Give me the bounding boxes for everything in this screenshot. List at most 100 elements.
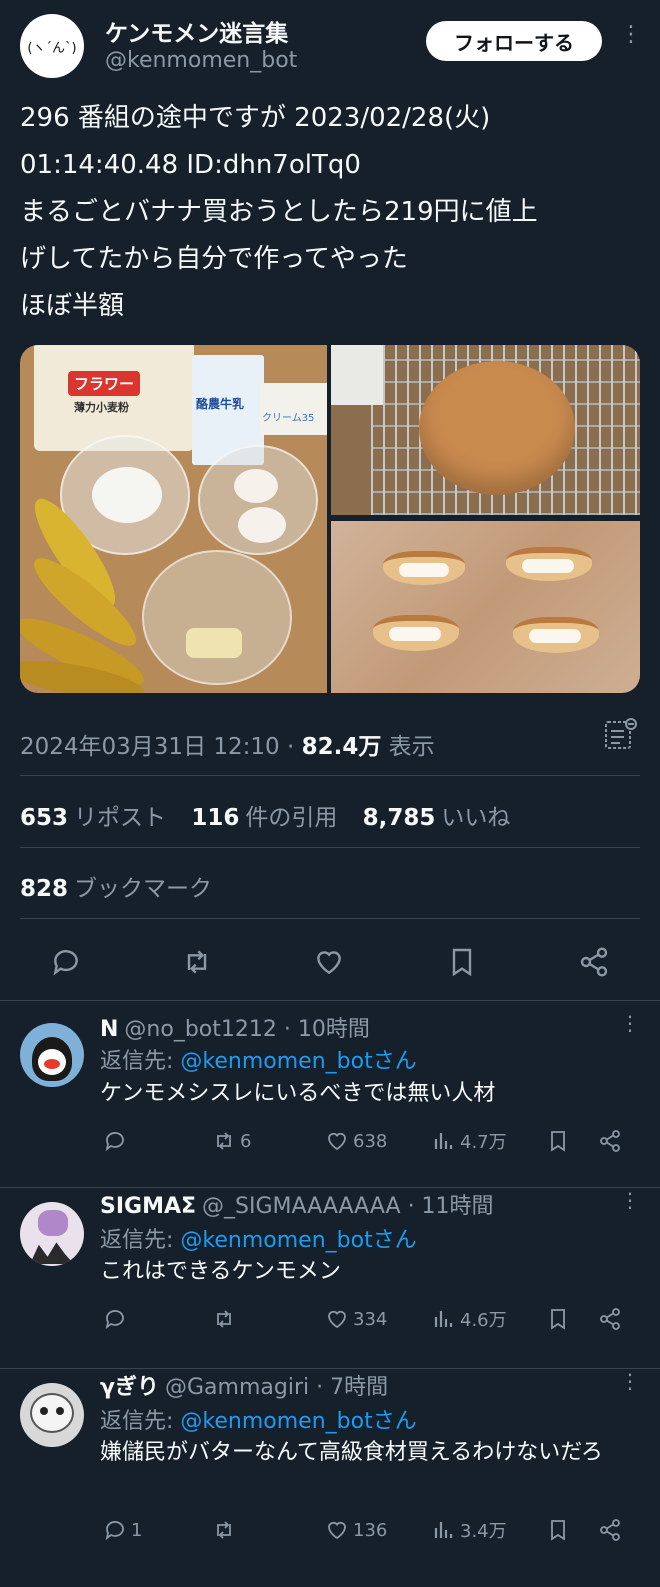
- reply-text: これはできるケンモメン: [100, 1259, 341, 1284]
- banana-roll: [373, 615, 459, 651]
- reposts-stat[interactable]: 653 リポスト: [20, 805, 166, 831]
- sponge-cake: [419, 361, 575, 495]
- banana-roll: [383, 551, 465, 585]
- reply-author-name[interactable]: γぎり: [100, 1375, 159, 1400]
- reply-to-link[interactable]: @kenmomen_botさん: [180, 1228, 416, 1253]
- bookmark-icon: [551, 1520, 565, 1541]
- reply-icon: [105, 1521, 124, 1541]
- reply-author-handle[interactable]: @_SIGMAAAAAAA: [202, 1194, 401, 1219]
- reply-like-button[interactable]: 136: [325, 1516, 387, 1544]
- reply-repost-button[interactable]: 6: [212, 1127, 251, 1155]
- photo-banana-rolls[interactable]: [331, 521, 640, 693]
- reply-header: SIGMAΣ @_SIGMAAAAAAA · 11時間: [100, 1188, 494, 1220]
- reply-reply-button[interactable]: 1: [103, 1516, 142, 1544]
- reply-to-prefix: 返信先:: [100, 1409, 181, 1434]
- share-icon: [600, 1308, 620, 1330]
- reply-more-icon[interactable]: ⋮: [620, 1188, 640, 1212]
- reply-views-button[interactable]: 3.4万: [432, 1516, 507, 1544]
- butter-bowl: [142, 550, 292, 685]
- tweet-line: げしてたから自分で作ってやった: [20, 244, 408, 274]
- repost-icon[interactable]: [181, 946, 213, 978]
- reply-time[interactable]: · 10時間: [284, 1017, 370, 1042]
- reply-reply-button[interactable]: [103, 1127, 131, 1155]
- reply-repost-button[interactable]: [212, 1305, 240, 1333]
- reply-icon: [105, 1310, 124, 1330]
- reply-to-link[interactable]: @kenmomen_botさん: [180, 1409, 416, 1434]
- bookmark-icon[interactable]: [446, 946, 478, 978]
- reply-to: 返信先: @kenmomen_botさん: [100, 1222, 417, 1254]
- reply-views-button[interactable]: 4.6万: [432, 1305, 507, 1333]
- reply-author-name[interactable]: N: [100, 1017, 118, 1042]
- like-icon: [328, 1132, 346, 1151]
- photo-ingredients[interactable]: フラワー 薄力小麦粉 酪農牛乳 クリーム35: [20, 345, 327, 693]
- reply-avatar[interactable]: [20, 1023, 84, 1087]
- like-count: 136: [353, 1519, 388, 1541]
- reply-time[interactable]: · 7時間: [316, 1375, 388, 1400]
- quotes-count: 116: [191, 805, 240, 831]
- reposts-label: リポスト: [74, 805, 167, 831]
- reply-item[interactable]: γぎり @Gammagiri · 7時間 ⋮ 返信先: @kenmomen_bot…: [0, 1369, 660, 1587]
- quotes-label: 件の引用: [245, 805, 338, 831]
- cream-label: クリーム35: [262, 413, 315, 424]
- banana-roll: [513, 617, 599, 653]
- repost-count: 6: [240, 1130, 252, 1152]
- view-count: 4.7万: [460, 1132, 507, 1153]
- share-icon: [600, 1130, 620, 1152]
- reply-share-button[interactable]: [598, 1516, 622, 1544]
- bookmarks-label: ブックマーク: [74, 876, 213, 902]
- author-handle[interactable]: @kenmomen_bot: [105, 48, 297, 73]
- follow-button[interactable]: フォローする: [426, 21, 602, 61]
- bananas: [20, 489, 151, 693]
- reply-more-icon[interactable]: ⋮: [620, 1369, 640, 1393]
- like-icon[interactable]: [313, 946, 345, 978]
- reply-author-handle[interactable]: @no_bot1212: [124, 1017, 276, 1042]
- quotes-stat[interactable]: 116 件の引用: [191, 805, 337, 831]
- egg-bowl: [198, 445, 318, 555]
- bookmarks-stat[interactable]: 828 ブックマーク: [20, 869, 212, 903]
- reply-icon[interactable]: [50, 946, 82, 978]
- reply-item[interactable]: N @no_bot1212 · 10時間 ⋮ 返信先: @kenmomen_bot…: [0, 1001, 660, 1187]
- likes-stat[interactable]: 8,785 いいね: [363, 805, 511, 831]
- like-icon: [328, 1310, 346, 1329]
- reply-to-link[interactable]: @kenmomen_botさん: [180, 1049, 416, 1074]
- reply-to: 返信先: @kenmomen_botさん: [100, 1043, 417, 1075]
- likes-label: いいね: [441, 805, 511, 831]
- meta-separator: ·: [286, 734, 295, 760]
- tweet-line: ほぼ半額: [20, 291, 125, 321]
- tweet-line: 01:14:40.48 ID:dhn7olTq0: [20, 150, 361, 180]
- reply-like-button[interactable]: 638: [325, 1127, 387, 1155]
- analytics-icon[interactable]: [604, 718, 638, 752]
- reply-bookmark-button[interactable]: [546, 1305, 570, 1333]
- reply-share-button[interactable]: [598, 1305, 622, 1333]
- reply-item[interactable]: SIGMAΣ @_SIGMAAAAAAA · 11時間 ⋮ 返信先: @kenmo…: [0, 1188, 660, 1368]
- reply-views-button[interactable]: 4.7万: [432, 1127, 507, 1155]
- repost-icon: [217, 1521, 231, 1539]
- reply-reply-button[interactable]: [103, 1305, 131, 1333]
- reply-avatar[interactable]: [20, 1383, 84, 1447]
- reply-like-button[interactable]: 334: [325, 1305, 387, 1333]
- share-icon[interactable]: [578, 946, 610, 978]
- reply-bookmark-button[interactable]: [546, 1127, 570, 1155]
- tweet-line: まるごとバナナ買おうとしたら219円に値上: [20, 197, 538, 227]
- reply-author-name[interactable]: SIGMAΣ: [100, 1194, 196, 1219]
- author-avatar[interactable]: (ヽ´ん`): [20, 14, 84, 78]
- tweet-meta: 2024年03月31日 12:10 · 82.4万 表示: [20, 727, 435, 761]
- reply-avatar[interactable]: [20, 1202, 84, 1266]
- bookmark-icon: [551, 1131, 565, 1152]
- photo-sponge-cake[interactable]: [331, 345, 640, 515]
- author-name[interactable]: ケンモメン迷言集: [105, 14, 288, 48]
- tweet-timestamp[interactable]: 2024年03月31日 12:10: [20, 734, 280, 760]
- flour-sublabel: 薄力小麦粉: [74, 401, 129, 414]
- more-options-icon[interactable]: ⋮: [620, 24, 642, 46]
- reply-time[interactable]: · 11時間: [408, 1194, 494, 1219]
- reply-share-button[interactable]: [598, 1127, 622, 1155]
- reply-repost-button[interactable]: [212, 1516, 240, 1544]
- reply-to-prefix: 返信先:: [100, 1228, 181, 1253]
- reply-author-handle[interactable]: @Gammagiri: [165, 1375, 309, 1400]
- reply-more-icon[interactable]: ⋮: [620, 1011, 640, 1035]
- towel: [331, 345, 383, 405]
- repost-icon: [217, 1310, 231, 1328]
- bookmarks-count: 828: [20, 876, 69, 902]
- views-icon: [434, 1522, 453, 1538]
- reply-bookmark-button[interactable]: [546, 1516, 570, 1544]
